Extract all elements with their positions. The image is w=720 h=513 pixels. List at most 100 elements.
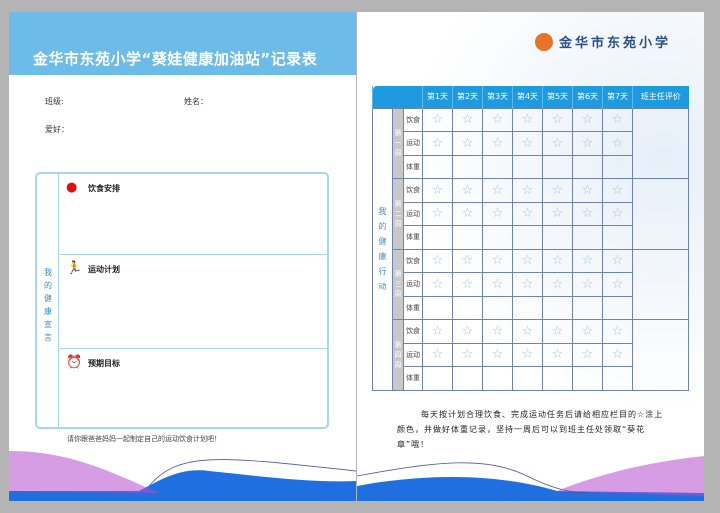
star-icon[interactable]: ☆ <box>582 277 594 292</box>
star-icon[interactable]: ☆ <box>432 253 444 268</box>
day-cell[interactable] <box>452 225 483 250</box>
day-cell[interactable]: ☆ <box>482 342 513 367</box>
day-cell[interactable]: ☆ <box>572 201 603 226</box>
day-cell[interactable]: ☆ <box>542 342 573 367</box>
teacher-comment-cell[interactable] <box>632 107 689 179</box>
day-cell[interactable]: ☆ <box>452 107 483 132</box>
day-cell[interactable]: ☆ <box>452 342 483 367</box>
day-cell[interactable] <box>422 366 453 391</box>
day-cell[interactable]: ☆ <box>482 319 513 344</box>
day-cell[interactable]: ☆ <box>482 107 513 132</box>
day-cell[interactable]: ☆ <box>602 201 633 226</box>
day-cell[interactable]: ☆ <box>572 319 603 344</box>
day-cell[interactable]: ☆ <box>512 272 543 297</box>
day-cell[interactable]: ☆ <box>512 201 543 226</box>
day-cell[interactable]: ☆ <box>452 131 483 156</box>
star-icon[interactable]: ☆ <box>492 324 504 339</box>
star-icon[interactable]: ☆ <box>522 112 534 127</box>
day-cell[interactable]: ☆ <box>572 342 603 367</box>
day-cell[interactable]: ☆ <box>602 248 633 273</box>
day-cell[interactable] <box>542 154 573 179</box>
day-cell[interactable]: ☆ <box>542 178 573 203</box>
teacher-comment-cell[interactable] <box>632 319 689 391</box>
day-cell[interactable]: ☆ <box>572 178 603 203</box>
star-icon[interactable]: ☆ <box>552 206 564 221</box>
day-cell[interactable]: ☆ <box>542 248 573 273</box>
day-cell[interactable] <box>542 295 573 320</box>
star-icon[interactable]: ☆ <box>432 206 444 221</box>
star-icon[interactable]: ☆ <box>462 253 474 268</box>
day-cell[interactable]: ☆ <box>572 248 603 273</box>
star-icon[interactable]: ☆ <box>582 183 594 198</box>
day-cell[interactable]: ☆ <box>542 201 573 226</box>
star-icon[interactable]: ☆ <box>612 136 624 151</box>
star-icon[interactable]: ☆ <box>492 136 504 151</box>
day-cell[interactable]: ☆ <box>542 319 573 344</box>
day-cell[interactable]: ☆ <box>482 248 513 273</box>
day-cell[interactable]: ☆ <box>452 319 483 344</box>
day-cell[interactable]: ☆ <box>452 248 483 273</box>
star-icon[interactable]: ☆ <box>552 253 564 268</box>
day-cell[interactable] <box>452 295 483 320</box>
day-cell[interactable] <box>422 154 453 179</box>
star-icon[interactable]: ☆ <box>492 206 504 221</box>
day-cell[interactable]: ☆ <box>542 272 573 297</box>
day-cell[interactable] <box>482 225 513 250</box>
star-icon[interactable]: ☆ <box>552 347 564 362</box>
day-cell[interactable]: ☆ <box>602 319 633 344</box>
day-cell[interactable]: ☆ <box>422 131 453 156</box>
day-cell[interactable]: ☆ <box>422 342 453 367</box>
day-cell[interactable] <box>602 366 633 391</box>
star-icon[interactable]: ☆ <box>432 112 444 127</box>
day-cell[interactable] <box>572 225 603 250</box>
star-icon[interactable]: ☆ <box>462 347 474 362</box>
day-cell[interactable]: ☆ <box>602 178 633 203</box>
star-icon[interactable]: ☆ <box>462 183 474 198</box>
star-icon[interactable]: ☆ <box>432 183 444 198</box>
star-icon[interactable]: ☆ <box>492 253 504 268</box>
day-cell[interactable]: ☆ <box>602 107 633 132</box>
star-icon[interactable]: ☆ <box>612 206 624 221</box>
day-cell[interactable] <box>512 154 543 179</box>
star-icon[interactable]: ☆ <box>492 183 504 198</box>
day-cell[interactable]: ☆ <box>572 131 603 156</box>
day-cell[interactable]: ☆ <box>512 248 543 273</box>
day-cell[interactable]: ☆ <box>512 178 543 203</box>
star-icon[interactable]: ☆ <box>522 206 534 221</box>
star-icon[interactable]: ☆ <box>492 347 504 362</box>
star-icon[interactable]: ☆ <box>462 324 474 339</box>
star-icon[interactable]: ☆ <box>462 112 474 127</box>
star-icon[interactable]: ☆ <box>432 136 444 151</box>
star-icon[interactable]: ☆ <box>612 112 624 127</box>
day-cell[interactable]: ☆ <box>422 201 453 226</box>
day-cell[interactable] <box>542 366 573 391</box>
star-icon[interactable]: ☆ <box>432 347 444 362</box>
star-icon[interactable]: ☆ <box>612 347 624 362</box>
day-cell[interactable]: ☆ <box>452 178 483 203</box>
star-icon[interactable]: ☆ <box>522 277 534 292</box>
day-cell[interactable]: ☆ <box>572 107 603 132</box>
star-icon[interactable]: ☆ <box>522 253 534 268</box>
star-icon[interactable]: ☆ <box>522 136 534 151</box>
day-cell[interactable]: ☆ <box>542 107 573 132</box>
day-cell[interactable]: ☆ <box>602 342 633 367</box>
day-cell[interactable]: ☆ <box>482 201 513 226</box>
day-cell[interactable]: ☆ <box>602 131 633 156</box>
star-icon[interactable]: ☆ <box>432 277 444 292</box>
day-cell[interactable] <box>512 366 543 391</box>
day-cell[interactable]: ☆ <box>482 272 513 297</box>
star-icon[interactable]: ☆ <box>462 136 474 151</box>
day-cell[interactable] <box>602 154 633 179</box>
star-icon[interactable]: ☆ <box>492 112 504 127</box>
day-cell[interactable]: ☆ <box>422 272 453 297</box>
day-cell[interactable]: ☆ <box>482 178 513 203</box>
star-icon[interactable]: ☆ <box>522 347 534 362</box>
star-icon[interactable]: ☆ <box>522 324 534 339</box>
day-cell[interactable]: ☆ <box>572 272 603 297</box>
day-cell[interactable] <box>572 154 603 179</box>
day-cell[interactable]: ☆ <box>512 319 543 344</box>
day-cell[interactable]: ☆ <box>482 131 513 156</box>
day-cell[interactable] <box>512 295 543 320</box>
day-cell[interactable] <box>422 225 453 250</box>
day-cell[interactable] <box>452 154 483 179</box>
